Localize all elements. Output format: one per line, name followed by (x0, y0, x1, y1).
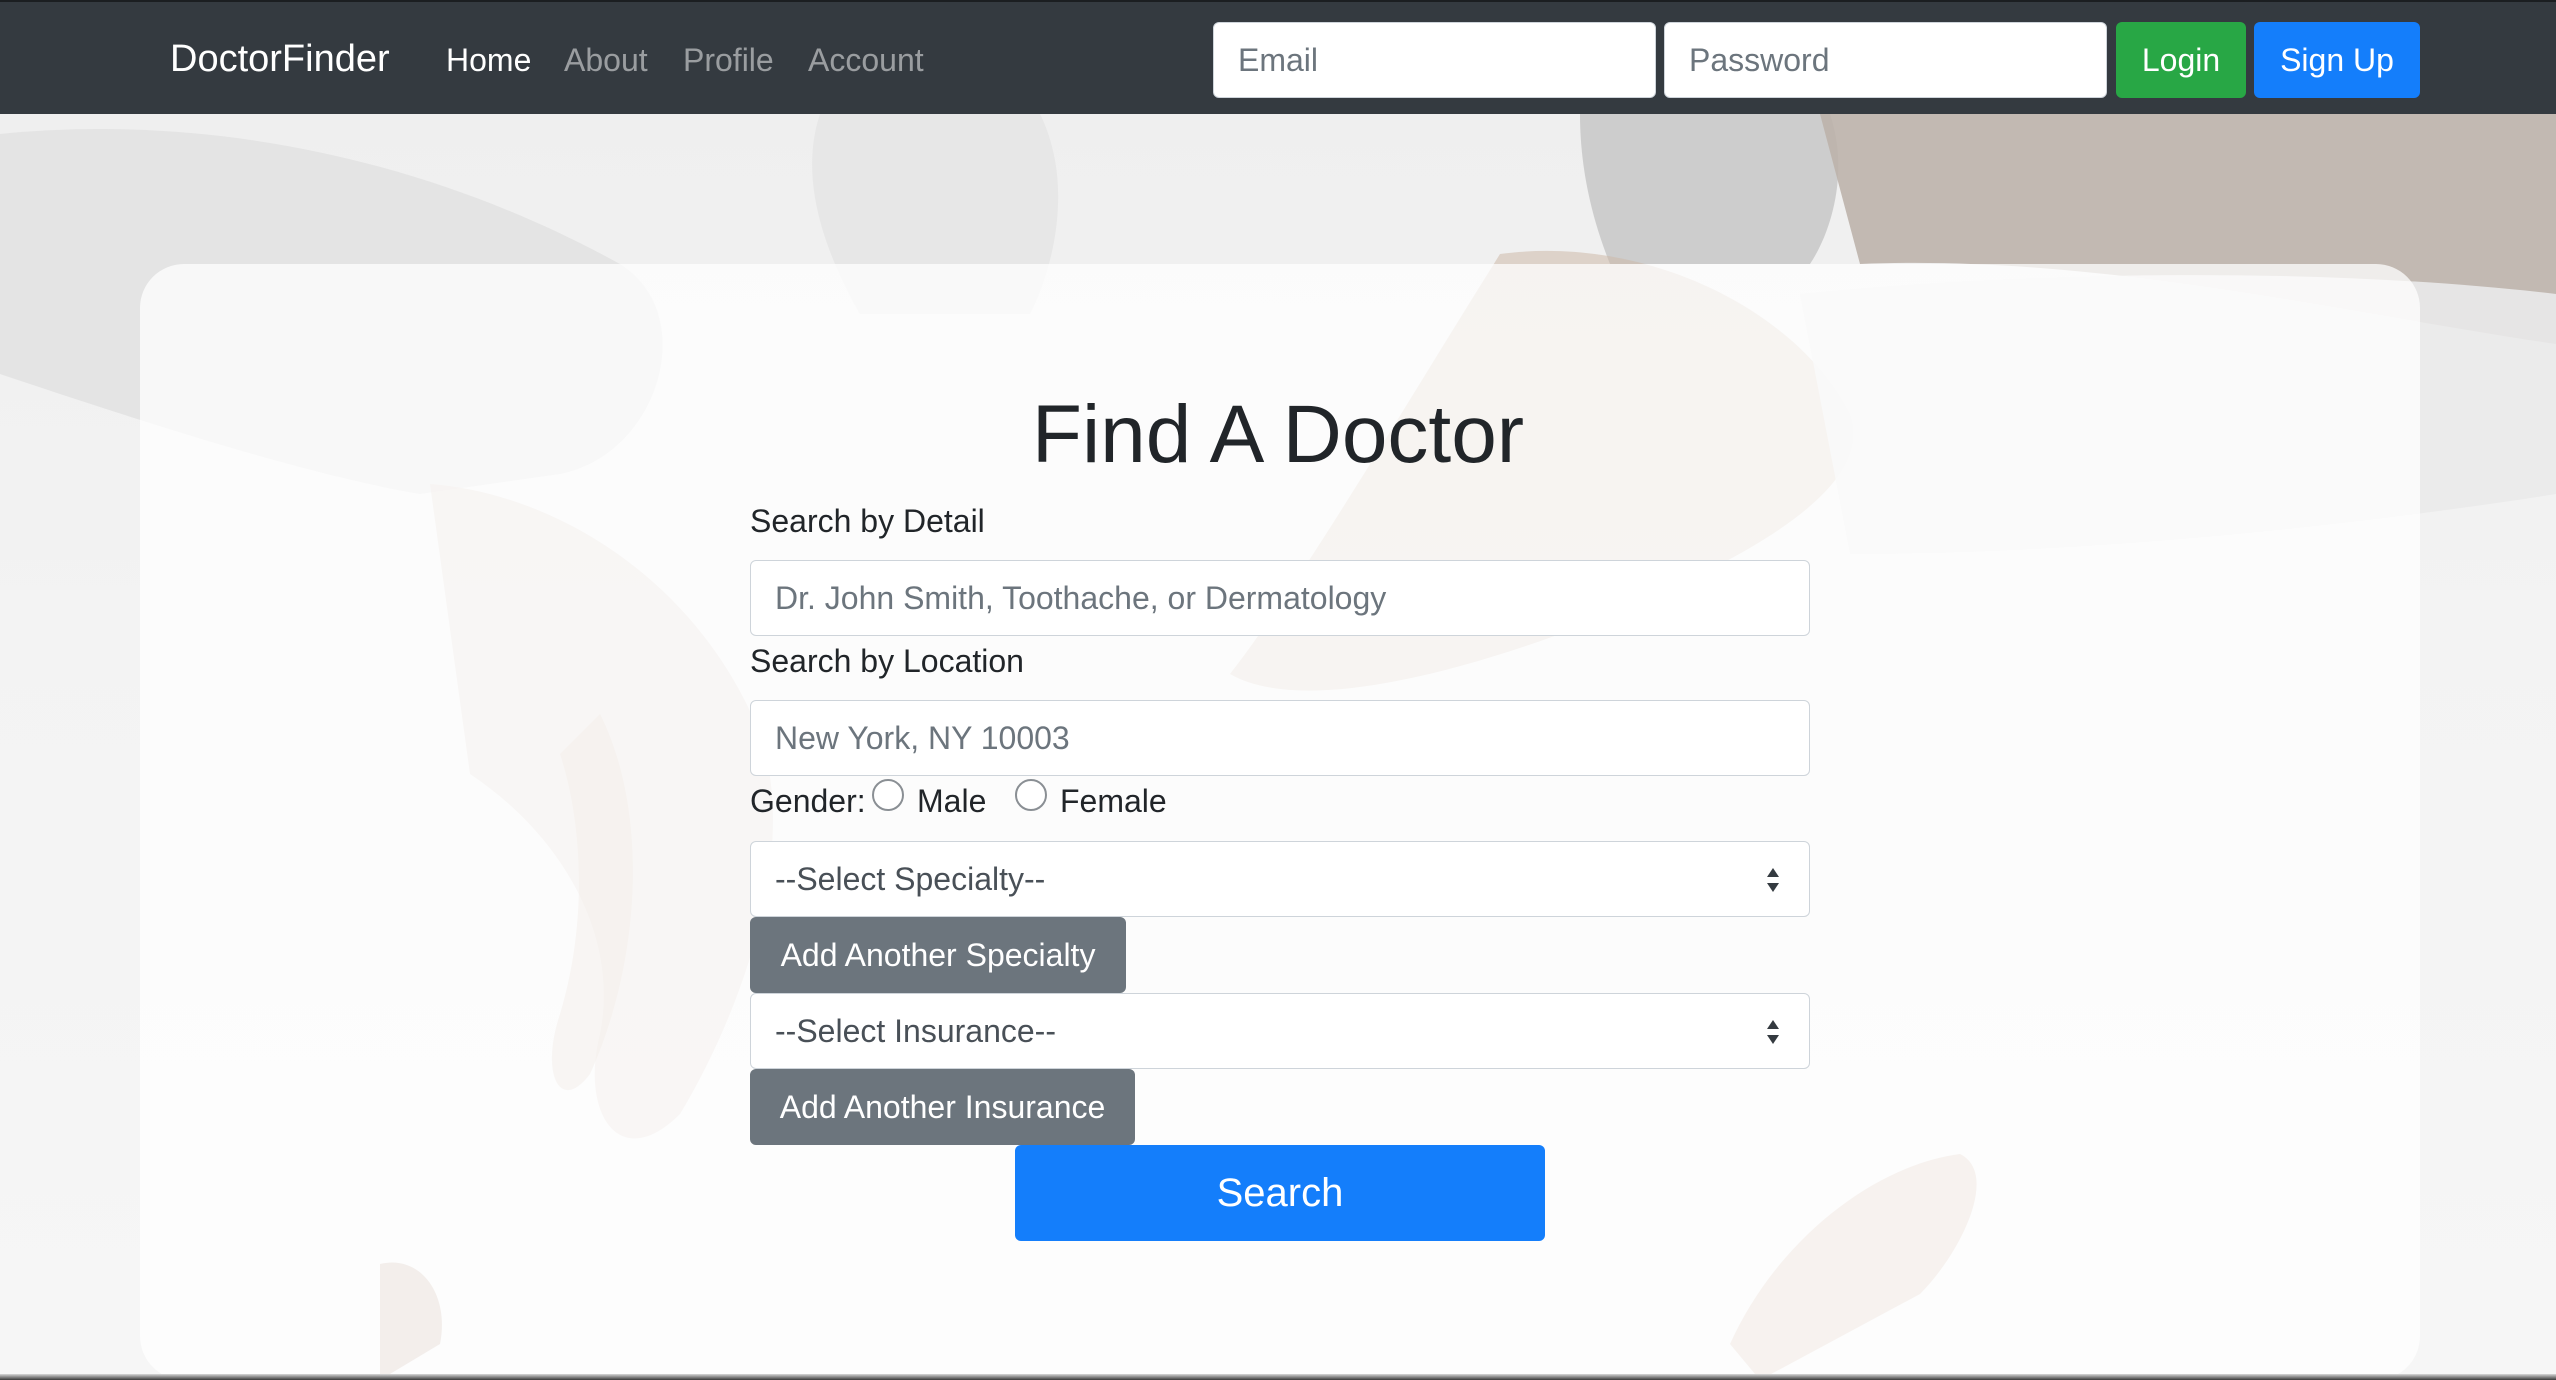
select-arrows-icon (1767, 868, 1779, 892)
search-detail-label: Search by Detail (750, 503, 985, 539)
gender-male-radio[interactable] (872, 779, 904, 811)
nav-link-about[interactable]: About (564, 38, 648, 82)
password-input[interactable] (1664, 22, 2107, 98)
search-button[interactable]: Search (1015, 1145, 1545, 1241)
select-arrows-icon (1767, 1020, 1779, 1044)
window-bottom-edge (0, 1374, 2556, 1380)
insurance-select[interactable]: --Select Insurance-- (750, 993, 1810, 1069)
top-navbar: DoctorFinder Home About Profile Account … (0, 0, 2556, 114)
gender-label: Gender: (750, 783, 866, 819)
email-input[interactable] (1213, 22, 1656, 98)
search-location-label: Search by Location (750, 643, 1024, 679)
gender-female-label[interactable]: Female (1060, 779, 1167, 823)
nav-link-profile[interactable]: Profile (683, 38, 774, 82)
gender-male-label[interactable]: Male (917, 779, 986, 823)
search-detail-input[interactable] (750, 560, 1810, 636)
login-button[interactable]: Login (2116, 22, 2246, 98)
specialty-select[interactable]: --Select Specialty-- (750, 841, 1810, 917)
search-location-input[interactable] (750, 700, 1810, 776)
brand-logo[interactable]: DoctorFinder (170, 34, 390, 84)
page-title: Find A Doctor (1031, 389, 1525, 480)
specialty-select-value: --Select Specialty-- (775, 861, 1046, 897)
insurance-select-value: --Select Insurance-- (775, 1013, 1056, 1049)
nav-link-account[interactable]: Account (808, 38, 924, 82)
nav-link-home[interactable]: Home (446, 38, 531, 82)
gender-female-radio[interactable] (1015, 779, 1047, 811)
sign-up-button[interactable]: Sign Up (2254, 22, 2420, 98)
add-insurance-button[interactable]: Add Another Insurance (750, 1069, 1135, 1145)
add-specialty-button[interactable]: Add Another Specialty (750, 917, 1126, 993)
